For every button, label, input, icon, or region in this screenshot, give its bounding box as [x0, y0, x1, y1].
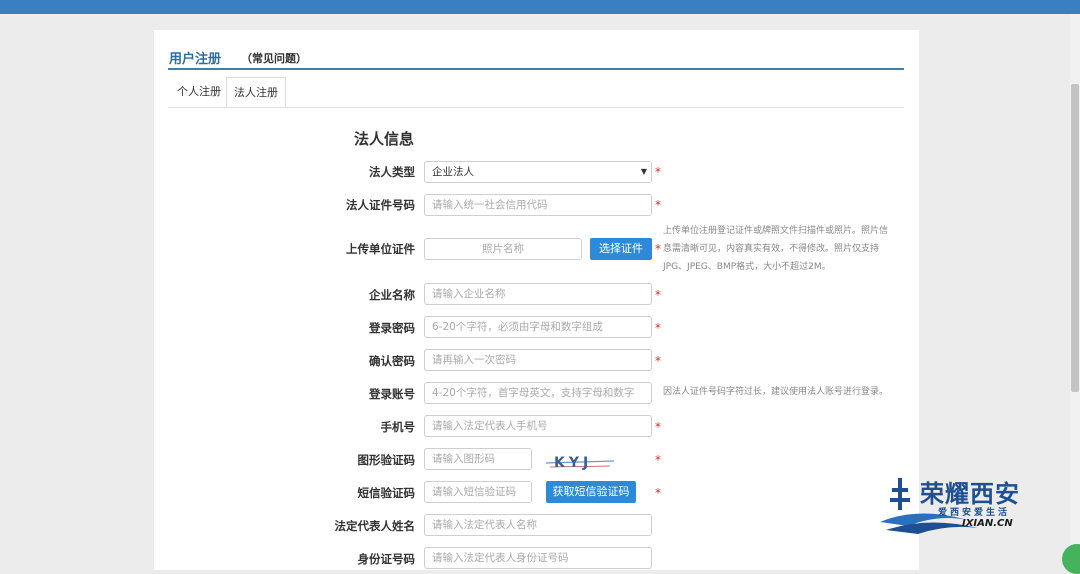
captcha-text: KYJ	[554, 455, 592, 471]
watermark-url: IXIAN.CN	[962, 518, 1013, 529]
id-number-label: 身份证号码	[357, 552, 416, 566]
corner-badge-icon[interactable]	[1062, 544, 1080, 574]
id-number-input[interactable]: 请输入法定代表人身份证号码	[424, 547, 652, 569]
cert-number-input[interactable]: 请输入统一社会信用代码	[424, 194, 652, 216]
required-mark: *	[655, 288, 661, 302]
upload-hint-line: 上传单位注册登记证件或牌照文件扫描件或照片。照片信	[663, 226, 889, 236]
upload-hint: 上传单位注册登记证件或牌照文件扫描件或照片。照片信 息需清晰可见，内容真实有效，…	[663, 222, 898, 276]
legal-type-value: 企业法人	[432, 166, 474, 178]
scrollbar-thumb[interactable]	[1071, 84, 1079, 392]
required-mark: *	[655, 165, 661, 179]
upload-hint-line: 息需清晰可见，内容真实有效，不得修改。照片仅支持	[663, 244, 880, 254]
confirm-password-label: 确认密码	[369, 354, 415, 368]
chevron-down-icon: ▼	[640, 167, 647, 176]
company-name-label: 企业名称	[369, 288, 415, 302]
tab-legal-registration[interactable]: 法人注册	[226, 77, 286, 107]
watermark-subtitle: 爱西安爱生活	[938, 508, 1011, 518]
password-input[interactable]: 6-20个字符，必须由字母和数字组成	[424, 316, 652, 338]
required-mark: *	[655, 321, 661, 335]
top-bar	[0, 0, 1080, 14]
captcha-image[interactable]: KYJ	[544, 451, 616, 473]
cert-number-label: 法人证件号码	[346, 198, 415, 212]
required-mark: *	[655, 198, 661, 212]
title-divider	[168, 68, 904, 70]
watermark-title: 荣耀西安	[920, 479, 1020, 508]
required-mark: *	[655, 242, 661, 256]
phone-label: 手机号	[380, 420, 416, 434]
required-mark: *	[655, 354, 661, 368]
password-label: 登录密码	[369, 321, 415, 335]
choose-certificate-button[interactable]: 选择证件	[590, 238, 652, 260]
tabs-divider	[168, 107, 904, 108]
required-mark: *	[655, 453, 661, 467]
required-mark: *	[655, 420, 661, 434]
phone-input[interactable]: 请输入法定代表人手机号	[424, 415, 652, 437]
account-input[interactable]: 4-20个字符，首字母英文，支持字母和数字	[424, 382, 652, 404]
tab-personal-registration[interactable]: 个人注册	[170, 77, 228, 107]
page-title: 用户注册	[169, 52, 222, 67]
rep-name-input[interactable]: 请输入法定代表人名称	[424, 514, 652, 536]
legal-type-label: 法人类型	[369, 165, 415, 179]
company-name-input[interactable]: 请输入企业名称	[424, 283, 652, 305]
required-mark: *	[655, 486, 661, 500]
file-name-input[interactable]: 照片名称	[424, 238, 582, 260]
legal-type-select[interactable]: 企业法人 ▼	[424, 161, 652, 183]
confirm-password-input[interactable]: 请再输入一次密码	[424, 349, 652, 371]
sms-code-label: 短信验证码	[357, 486, 416, 500]
image-code-input[interactable]: 请输入图形码	[424, 448, 532, 470]
image-code-label: 图形验证码	[357, 453, 416, 467]
section-title: 法人信息	[354, 130, 415, 148]
upload-hint-line: JPG、JPEG、BMP格式，大小不超过2M。	[663, 262, 831, 272]
upload-label: 上传单位证件	[346, 242, 415, 256]
sms-code-input[interactable]: 请输入短信验证码	[424, 481, 532, 503]
rep-name-label: 法定代表人姓名	[334, 519, 416, 533]
faq-link[interactable]: （常见问题）	[241, 50, 307, 66]
account-hint: 因法人证件号码字符过长，建议使用法人账号进行登录。	[663, 387, 889, 397]
get-sms-code-button[interactable]: 获取短信验证码	[546, 481, 636, 503]
account-label: 登录账号	[369, 387, 415, 401]
